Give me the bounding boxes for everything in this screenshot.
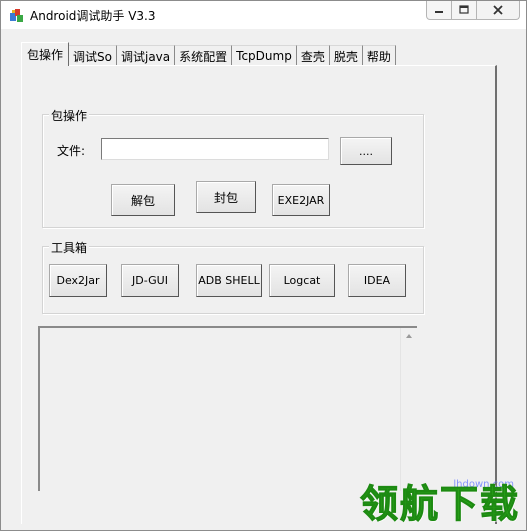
pack-button[interactable]: 封包: [196, 181, 256, 213]
idea-button[interactable]: IDEA: [348, 264, 406, 297]
toolbox-group-title: 工具箱: [49, 239, 90, 256]
window-controls: [426, 1, 520, 21]
minimize-icon: [435, 11, 443, 13]
watermark: lhdown.com 领航下载: [336, 474, 526, 530]
maximize-button[interactable]: [451, 1, 477, 20]
vertical-scrollbar[interactable]: [400, 328, 417, 491]
tab-tcpdump[interactable]: TcpDump: [232, 45, 297, 66]
tab-package[interactable]: 包操作: [21, 42, 70, 68]
maximize-icon: [459, 5, 469, 14]
minimize-button[interactable]: [426, 1, 452, 20]
toolbox-groupbox: 工具箱 Dex2Jar JD-GUI ADB SHELL Logcat IDEA: [42, 239, 424, 314]
tab-system-config[interactable]: 系统配置: [175, 45, 233, 66]
tab-check-shell[interactable]: 查壳: [296, 45, 330, 66]
package-group-title: 包操作: [49, 107, 90, 124]
close-icon: [493, 5, 503, 15]
tab-debug-java[interactable]: 调试java: [116, 45, 176, 66]
window-title: Android调试助手 V3.3: [30, 9, 156, 23]
output-textarea[interactable]: [38, 326, 417, 491]
app-window: Android调试助手 V3.3 包操作 调试So 调试java 系统配置 Tc…: [0, 0, 527, 531]
tab-unshell[interactable]: 脱壳: [329, 45, 363, 66]
watermark-logo: 领航下载: [359, 482, 520, 527]
close-button[interactable]: [476, 1, 520, 20]
scroll-up-arrow-icon[interactable]: [406, 334, 412, 338]
app-icon: [9, 7, 25, 23]
client-area: 包操作 调试So 调试java 系统配置 TcpDump 查壳 脱壳 帮助 包操…: [9, 29, 520, 524]
unpack-button[interactable]: 解包: [111, 184, 175, 216]
jd-gui-button[interactable]: JD-GUI: [121, 264, 179, 297]
file-path-input[interactable]: [101, 138, 329, 160]
file-label: 文件:: [57, 144, 86, 158]
dex2jar-button[interactable]: Dex2Jar: [49, 264, 107, 297]
tab-bar: 包操作 调试So 调试java 系统配置 TcpDump 查壳 脱壳 帮助: [21, 42, 396, 68]
package-groupbox: 包操作 文件: .... 解包 封包 EXE2JAR: [42, 107, 424, 228]
adb-shell-button[interactable]: ADB SHELL: [196, 264, 262, 297]
title-bar[interactable]: Android调试助手 V3.3: [1, 1, 526, 29]
logcat-button[interactable]: Logcat: [269, 264, 335, 297]
tab-debug-so[interactable]: 调试So: [69, 45, 117, 66]
browse-button[interactable]: ....: [340, 137, 392, 165]
tab-help[interactable]: 帮助: [362, 45, 396, 66]
exe2jar-button[interactable]: EXE2JAR: [272, 184, 330, 216]
